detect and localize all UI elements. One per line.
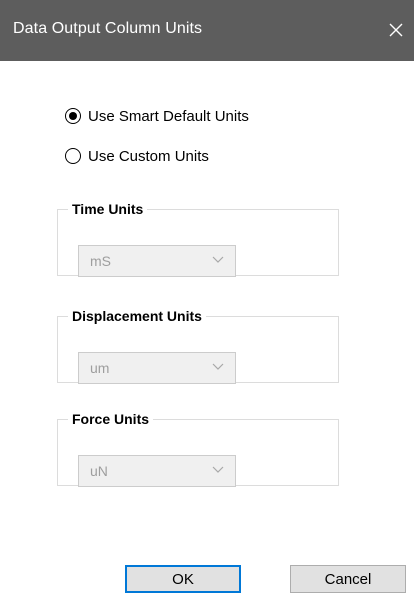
time-units-group: Time Units mS bbox=[57, 201, 339, 277]
radio-label: Use Smart Default Units bbox=[88, 107, 249, 125]
radio-button-checked[interactable] bbox=[65, 108, 81, 124]
time-units-select[interactable]: mS bbox=[78, 245, 236, 277]
time-units-value: mS bbox=[90, 253, 111, 269]
radio-custom-units[interactable]: Use Custom Units bbox=[65, 144, 209, 168]
displacement-units-select[interactable]: um bbox=[78, 352, 236, 384]
radio-label: Use Custom Units bbox=[88, 147, 209, 165]
radio-smart-default-units[interactable]: Use Smart Default Units bbox=[65, 104, 249, 128]
radio-button-unchecked[interactable] bbox=[65, 148, 81, 164]
force-units-select[interactable]: uN bbox=[78, 455, 236, 487]
ok-button[interactable]: OK bbox=[125, 565, 241, 593]
force-units-value: uN bbox=[90, 463, 108, 479]
dialog-body: Use Smart Default Units Use Custom Units… bbox=[0, 61, 414, 611]
chevron-down-icon bbox=[212, 363, 224, 370]
chevron-down-icon bbox=[212, 466, 224, 473]
cancel-button[interactable]: Cancel bbox=[290, 565, 406, 593]
chevron-down-icon bbox=[212, 256, 224, 263]
force-units-title: Force Units bbox=[72, 411, 150, 427]
close-icon bbox=[389, 23, 403, 37]
close-button[interactable] bbox=[378, 14, 414, 46]
displacement-units-group: Displacement Units um bbox=[57, 308, 339, 384]
displacement-units-value: um bbox=[90, 360, 110, 376]
time-units-title: Time Units bbox=[72, 201, 144, 217]
force-units-group: Force Units uN bbox=[57, 411, 339, 487]
displacement-units-title: Displacement Units bbox=[72, 308, 202, 324]
dialog-titlebar: Data Output Column Units bbox=[0, 0, 414, 61]
dialog-title: Data Output Column Units bbox=[13, 20, 203, 37]
